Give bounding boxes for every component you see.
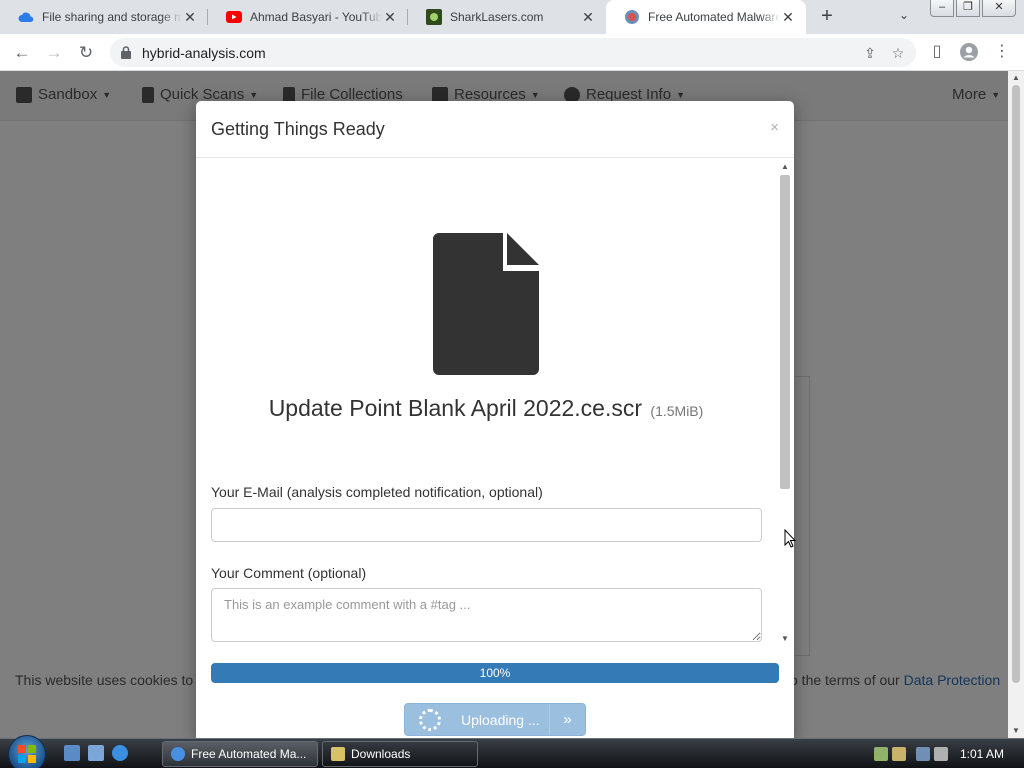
kebab-menu-icon[interactable]: ⋮	[991, 41, 1013, 63]
system-tray: 1:01 AM	[873, 739, 1024, 768]
tab-file-sharing[interactable]: File sharing and storage m ✕	[0, 0, 208, 34]
window-controls: – ❐ ✕	[928, 0, 1016, 18]
task-downloads-window[interactable]: Downloads	[322, 741, 478, 767]
tab-title: File sharing and storage m	[42, 10, 182, 24]
tab-title: Free Automated Malware	[648, 10, 780, 24]
bookmark-star-icon[interactable]: ☆	[890, 45, 906, 61]
modal-title: Getting Things Ready	[211, 119, 385, 139]
mouse-cursor-icon	[784, 529, 796, 548]
address-bar[interactable]: hybrid-analysis.com ⇪ ☆	[110, 38, 916, 67]
page-scrollbar[interactable]: ▲ ▼	[1008, 71, 1024, 738]
modal-body: Update Point Blank April 2022.ce.scr (1.…	[196, 159, 794, 647]
sharklasers-icon	[426, 9, 442, 25]
email-label: Your E-Mail (analysis completed notifica…	[211, 484, 543, 500]
modal-scrollbar[interactable]: ▲ ▼	[778, 161, 792, 645]
hybrid-analysis-icon	[624, 9, 640, 25]
minimize-button[interactable]: –	[930, 0, 954, 17]
scroll-down-arrow-icon[interactable]: ▼	[1008, 724, 1024, 738]
scrollbar-thumb[interactable]	[1012, 85, 1020, 683]
file-icon	[433, 233, 539, 375]
side-panel-icon[interactable]: ▯	[926, 41, 948, 63]
url-text: hybrid-analysis.com	[142, 44, 266, 61]
back-icon[interactable]: ←	[10, 41, 34, 65]
page-content: Sandbox ▼ Quick Scans ▼ File Collections…	[0, 71, 1008, 738]
youtube-icon	[226, 9, 242, 25]
chrome-icon	[171, 747, 185, 761]
task-label: Downloads	[351, 747, 411, 761]
tab-sharklasers[interactable]: SharkLasers.com ✕	[408, 0, 606, 34]
double-chevron-right-icon: »	[549, 704, 585, 735]
share-icon[interactable]: ⇪	[862, 45, 878, 61]
clock[interactable]: 1:01 AM	[960, 747, 1004, 761]
comment-label: Your Comment (optional)	[211, 565, 367, 581]
tab-youtube[interactable]: Ahmad Basyari - YouTube ✕	[208, 0, 408, 34]
upload-modal: Getting Things Ready × Update Point Blan…	[196, 101, 794, 738]
tab-hybrid-analysis[interactable]: Free Automated Malware ✕	[606, 0, 806, 34]
switch-windows-icon[interactable]	[88, 745, 104, 761]
network-icon[interactable]	[915, 746, 930, 761]
start-button[interactable]	[8, 735, 46, 768]
chevron-down-icon[interactable]: ⌄	[896, 8, 912, 24]
spinner-icon	[419, 708, 441, 731]
uploading-button[interactable]: Uploading ... »	[404, 703, 586, 736]
browser-toolbar: ← → ↻ hybrid-analysis.com ⇪ ☆ ▯ ⋮	[0, 34, 1024, 71]
tab-title: Ahmad Basyari - YouTube	[250, 10, 382, 24]
comment-field[interactable]	[211, 588, 762, 642]
uploading-label: Uploading ...	[461, 711, 540, 728]
cloud-icon	[18, 9, 34, 25]
scrollbar-thumb[interactable]	[780, 175, 790, 489]
windows-logo-icon	[18, 745, 36, 763]
tab-strip: File sharing and storage m ✕ Ahmad Basya…	[0, 0, 1024, 34]
scroll-up-arrow-icon[interactable]: ▲	[778, 161, 792, 173]
reload-icon[interactable]: ↻	[74, 41, 98, 65]
new-tab-button[interactable]: +	[815, 5, 839, 29]
email-field[interactable]	[211, 508, 762, 542]
close-window-button[interactable]: ✕	[982, 0, 1016, 17]
tray-app-icon[interactable]	[873, 746, 888, 761]
scroll-up-arrow-icon[interactable]: ▲	[1008, 71, 1024, 85]
tab-title: SharkLasers.com	[450, 10, 544, 24]
file-size: (1.5MiB)	[650, 403, 704, 419]
progress-bar-fill: 100%	[211, 663, 779, 683]
tray-app-icon[interactable]	[891, 746, 906, 761]
upload-progress: 100%	[211, 663, 779, 683]
file-name: Update Point Blank April 2022.ce.scr	[268, 395, 643, 421]
task-chrome-window[interactable]: Free Automated Ma...	[162, 741, 318, 767]
profile-avatar-icon[interactable]	[958, 41, 980, 63]
close-icon[interactable]: ✕	[382, 9, 398, 26]
forward-icon[interactable]: →	[42, 41, 66, 65]
close-icon[interactable]: ✕	[182, 9, 198, 26]
show-desktop-icon[interactable]	[64, 745, 80, 761]
folder-icon	[331, 747, 345, 761]
internet-explorer-icon[interactable]	[112, 745, 128, 761]
file-info: Update Point Blank April 2022.ce.scr (1.…	[196, 395, 776, 422]
task-label: Free Automated Ma...	[191, 747, 307, 761]
volume-muted-icon[interactable]	[933, 746, 948, 761]
restore-button[interactable]: ❐	[956, 0, 980, 17]
close-icon[interactable]: ×	[770, 119, 779, 136]
lock-icon	[120, 46, 132, 60]
windows-taskbar: Free Automated Ma... Downloads 1:01 AM	[0, 735, 1024, 768]
modal-header: Getting Things Ready ×	[196, 101, 794, 158]
close-icon[interactable]: ✕	[780, 9, 796, 26]
scroll-down-arrow-icon[interactable]: ▼	[778, 633, 792, 645]
close-icon[interactable]: ✕	[580, 9, 596, 26]
